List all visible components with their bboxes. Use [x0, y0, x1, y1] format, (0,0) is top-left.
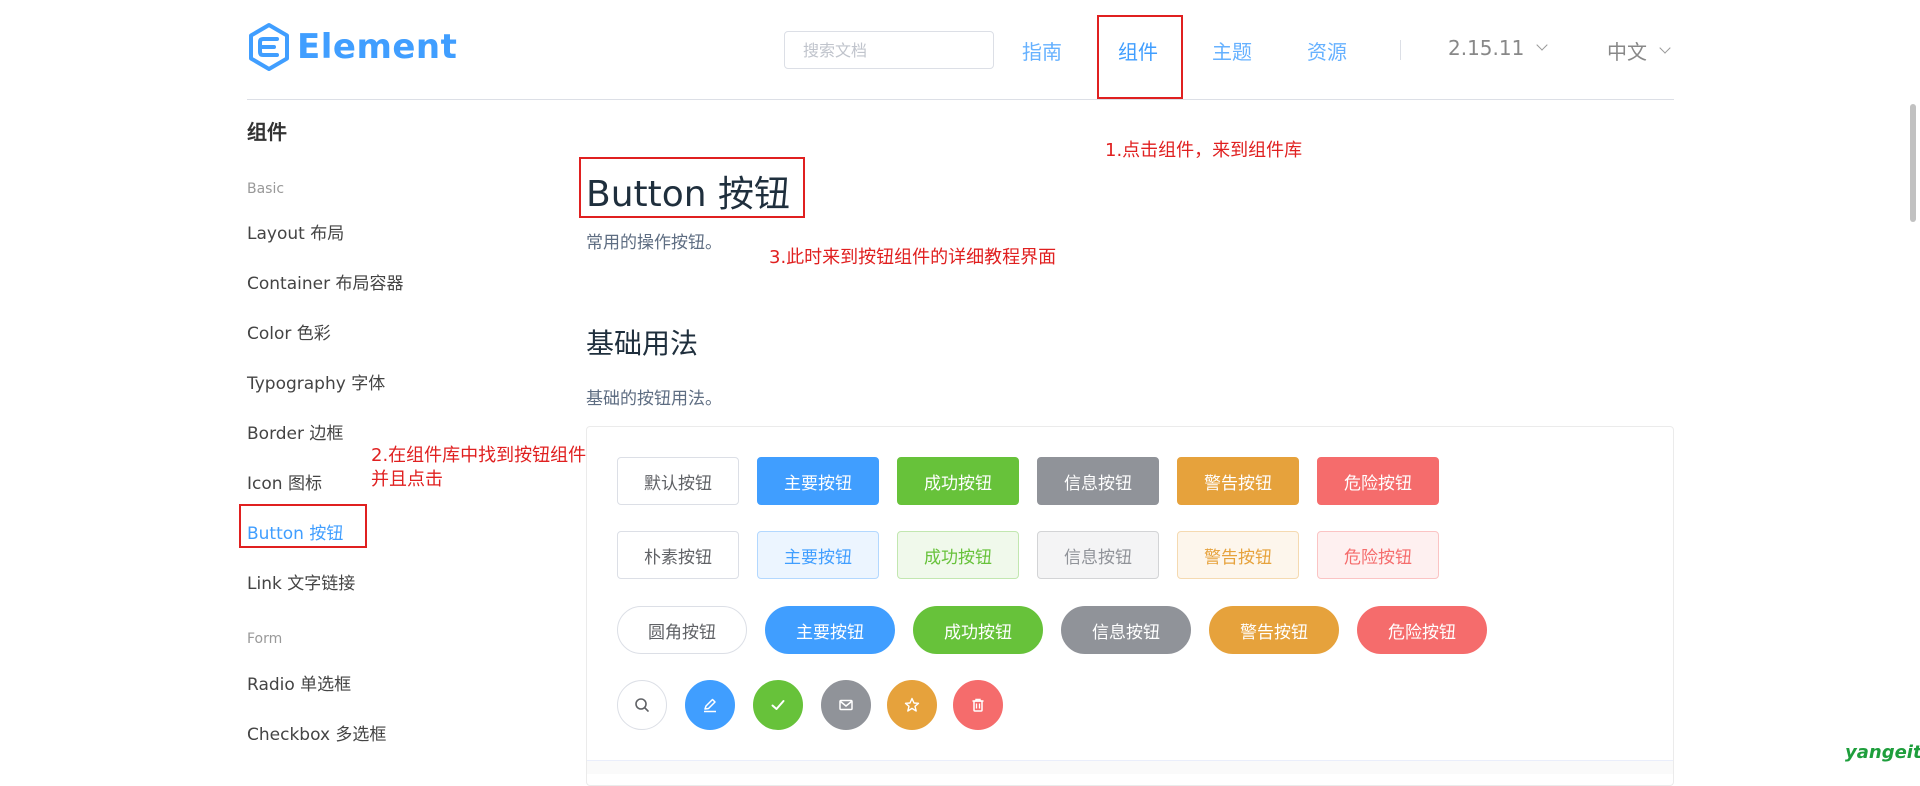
header-divider [247, 99, 1674, 100]
element-hex-icon [249, 23, 289, 71]
check-icon [771, 700, 785, 710]
page-description: 常用的操作按钮。 [586, 233, 722, 253]
sidebar-group-basic: Basic [247, 181, 285, 197]
sidebar-item-container[interactable]: Container 布局容器 [247, 269, 403, 294]
nav-divider [1400, 40, 1401, 60]
warning-button[interactable]: 警告按钮 [1177, 457, 1299, 505]
search-icon [635, 698, 649, 712]
logo-text: Element [297, 27, 458, 67]
round-success-button[interactable]: 成功按钮 [913, 606, 1043, 654]
sidebar-item-border[interactable]: Border 边框 [247, 419, 343, 444]
plain-warning-button[interactable]: 警告按钮 [1177, 531, 1299, 579]
circle-edit-button[interactable] [685, 680, 735, 730]
plain-success-button[interactable]: 成功按钮 [897, 531, 1019, 579]
plain-info-button[interactable]: 信息按钮 [1037, 531, 1159, 579]
element-logo[interactable]: Element [247, 22, 457, 72]
circle-search-button[interactable] [617, 680, 667, 730]
language-label: 中文 [1607, 40, 1647, 64]
plain-danger-button[interactable]: 危险按钮 [1317, 531, 1439, 579]
sidebar-item-color[interactable]: Color 色彩 [247, 319, 331, 344]
annotation-step1: 1.点击组件，来到组件库 [1105, 140, 1303, 161]
plain-primary-button[interactable]: 主要按钮 [757, 531, 879, 579]
round-danger-button[interactable]: 危险按钮 [1357, 606, 1487, 654]
search-input[interactable] [784, 31, 994, 69]
sidebar-title: 组件 [247, 120, 287, 144]
annotation-step3: 3.此时来到按钮组件的详细教程界面 [769, 247, 1057, 268]
circle-check-button[interactable] [753, 680, 803, 730]
annotation-step2: 2.在组件库中找到按钮组件并且点击 [371, 445, 587, 490]
chevron-down-icon [1536, 39, 1549, 51]
circle-star-button[interactable] [887, 680, 937, 730]
sidebar-item-radio[interactable]: Radio 单选框 [247, 670, 351, 695]
sidebar-item-layout[interactable]: Layout 布局 [247, 219, 344, 244]
nav-resource[interactable]: 资源 [1307, 36, 1347, 65]
plain-default-button[interactable]: 朴素按钮 [617, 531, 739, 579]
round-warning-button[interactable]: 警告按钮 [1209, 606, 1339, 654]
sidebar-item-checkbox[interactable]: Checkbox 多选框 [247, 720, 386, 745]
success-button[interactable]: 成功按钮 [897, 457, 1019, 505]
section-description: 基础的按钮用法。 [586, 389, 722, 409]
highlight-box-sidebar-button [239, 504, 367, 548]
round-primary-button[interactable]: 主要按钮 [765, 606, 895, 654]
edit-icon [704, 698, 716, 713]
version-label: 2.15.11 [1448, 36, 1525, 60]
default-button[interactable]: 默认按钮 [617, 457, 739, 505]
highlight-box-nav-component [1097, 15, 1183, 99]
sidebar-item-icon[interactable]: Icon 图标 [247, 469, 322, 494]
sidebar-group-form: Form [247, 631, 283, 647]
demo-code-toggle-bar[interactable] [587, 760, 1673, 774]
section-title: 基础用法 [586, 327, 699, 360]
message-icon [839, 699, 853, 711]
nav-guide[interactable]: 指南 [1022, 36, 1062, 65]
language-dropdown[interactable]: 中文 [1607, 36, 1671, 65]
star-icon [904, 697, 920, 712]
circle-message-button[interactable] [821, 680, 871, 730]
chevron-down-icon [1659, 41, 1671, 54]
version-dropdown[interactable]: 2.15.11 [1448, 36, 1549, 60]
delete-icon [972, 698, 984, 712]
primary-button[interactable]: 主要按钮 [757, 457, 879, 505]
sidebar-item-typography[interactable]: Typography 字体 [247, 369, 385, 394]
sidebar-item-link[interactable]: Link 文字链接 [247, 569, 355, 594]
round-default-button[interactable]: 圆角按钮 [617, 606, 747, 654]
page-scrollbar[interactable] [1910, 104, 1916, 222]
nav-theme[interactable]: 主题 [1212, 36, 1252, 65]
info-button[interactable]: 信息按钮 [1037, 457, 1159, 505]
round-info-button[interactable]: 信息按钮 [1061, 606, 1191, 654]
highlight-box-page-title [579, 157, 805, 218]
watermark: yangeit [1845, 742, 1920, 763]
danger-button[interactable]: 危险按钮 [1317, 457, 1439, 505]
circle-delete-button[interactable] [953, 680, 1003, 730]
